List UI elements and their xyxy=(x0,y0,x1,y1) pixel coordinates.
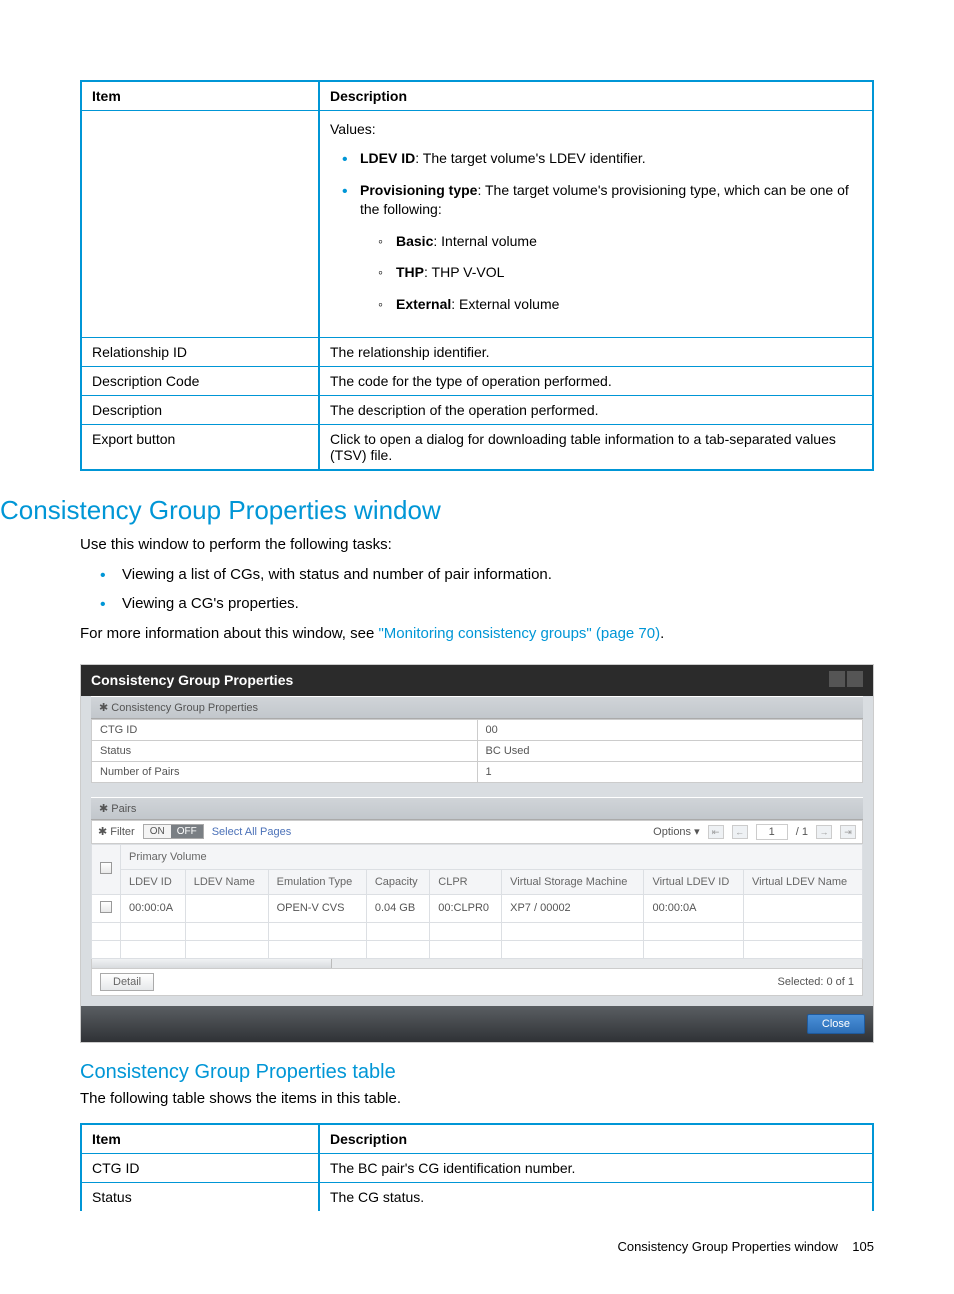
properties-window-screenshot: Consistency Group Properties ✱ Consisten… xyxy=(80,664,874,1043)
table-row: CTG IDThe BC pair's CG identification nu… xyxy=(81,1153,873,1182)
help-icon[interactable] xyxy=(847,671,863,687)
section-heading: Consistency Group Properties window xyxy=(0,495,874,526)
filter-toggle[interactable]: ONOFF xyxy=(143,824,204,839)
cell-description: Values: LDEV ID: The target volume's LDE… xyxy=(319,111,873,338)
col-item: Item xyxy=(81,81,319,111)
parameters-table: Item Description Values: LDEV ID: The ta… xyxy=(80,80,874,471)
pairs-panel-header: ✱ Pairs xyxy=(91,797,863,820)
table-footer: Detail Selected: 0 of 1 xyxy=(91,969,863,996)
table-row: StatusThe CG status. xyxy=(81,1182,873,1211)
first-page-icon[interactable]: ⇤ xyxy=(708,825,724,839)
pairs-table: Primary Volume LDEV ID LDEV Name Emulati… xyxy=(91,844,863,959)
filter-label: ✱ Filter xyxy=(98,825,135,838)
page-footer: Consistency Group Properties window 105 xyxy=(80,1239,874,1254)
properties-panel-header: ✱ Consistency Group Properties xyxy=(91,696,863,719)
table-row: Description CodeThe code for the type of… xyxy=(81,366,873,395)
properties-items-table: Item Description CTG IDThe BC pair's CG … xyxy=(80,1123,874,1211)
table-row: Values: LDEV ID: The target volume's LDE… xyxy=(81,111,873,338)
cell-item xyxy=(81,111,319,338)
table-row: Export buttonClick to open a dialog for … xyxy=(81,424,873,470)
filter-bar: ✱ Filter ONOFF Select All Pages Options … xyxy=(91,820,863,844)
filter-icon[interactable] xyxy=(829,671,845,687)
selected-count: Selected: 0 of 1 xyxy=(778,976,854,988)
select-all-pages[interactable]: Select All Pages xyxy=(212,826,292,838)
intro-text: Use this window to perform the following… xyxy=(80,534,874,557)
monitoring-link[interactable]: "Monitoring consistency groups" (page 70… xyxy=(378,625,660,642)
table-row[interactable]: 00:00:0A OPEN-V CVS 0.04 GB 00:CLPR0 XP7… xyxy=(92,894,863,922)
page-input[interactable]: 1 xyxy=(756,824,788,840)
window-titlebar: Consistency Group Properties xyxy=(81,665,873,696)
next-page-icon[interactable]: → xyxy=(816,825,832,839)
summary-table: CTG ID00 StatusBC Used Number of Pairs1 xyxy=(91,719,863,783)
close-button[interactable]: Close xyxy=(807,1014,865,1034)
options-dropdown[interactable]: Options ▾ xyxy=(653,825,700,838)
page-total: / 1 xyxy=(796,826,808,838)
task-list: Viewing a list of CGs, with status and n… xyxy=(100,564,874,615)
table-row: Relationship IDThe relationship identifi… xyxy=(81,337,873,366)
row-checkbox[interactable] xyxy=(100,901,112,913)
horizontal-scrollbar[interactable]: ◄ xyxy=(91,959,863,969)
select-all-checkbox[interactable] xyxy=(100,862,112,874)
subsection-heading: Consistency Group Properties table xyxy=(80,1061,874,1084)
more-info: For more information about this window, … xyxy=(80,623,874,646)
subsection-para: The following table shows the items in t… xyxy=(80,1090,874,1107)
col-description: Description xyxy=(319,81,873,111)
last-page-icon[interactable]: ⇥ xyxy=(840,825,856,839)
detail-button[interactable]: Detail xyxy=(100,973,154,991)
table-row: DescriptionThe description of the operat… xyxy=(81,395,873,424)
prev-page-icon[interactable]: ← xyxy=(732,825,748,839)
